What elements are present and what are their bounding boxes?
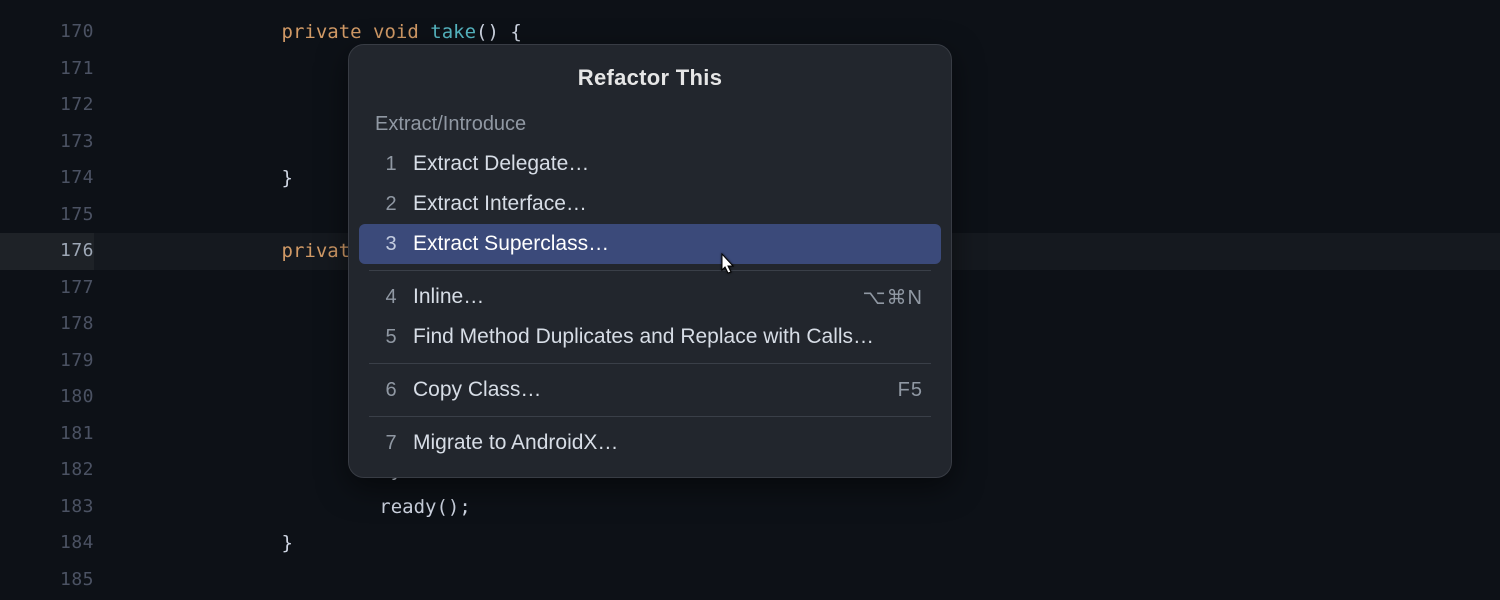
menu-item-migrate-to-androidx[interactable]: 7 Migrate to AndroidX…	[359, 423, 941, 463]
line-number: 177	[0, 270, 94, 307]
line-number: 180	[0, 379, 94, 416]
line-number: 173	[0, 124, 94, 161]
code-line[interactable]: }	[128, 525, 1500, 562]
line-number: 181	[0, 416, 94, 453]
refactor-popup: Refactor This Extract/Introduce 1 Extract…	[348, 44, 952, 478]
menu-item-extract-superclass[interactable]: 3 Extract Superclass…	[359, 224, 941, 264]
menu-item-label: Extract Interface…	[413, 192, 923, 216]
code-line[interactable]	[128, 562, 1500, 599]
menu-item-label: Extract Superclass…	[413, 232, 923, 256]
menu-item-find-method-duplicates-and-replace-with-calls[interactable]: 5 Find Method Duplicates and Replace with…	[359, 317, 941, 357]
line-number-gutter: 1701711721731741751761771781791801811821…	[0, 14, 128, 600]
line-number: 172	[0, 87, 94, 124]
menu-item-shortcut: ⌥⌘N	[863, 285, 924, 310]
menu-separator	[369, 270, 931, 271]
line-number: 170	[0, 14, 94, 51]
menu-item-extract-interface[interactable]: 2 Extract Interface…	[359, 184, 941, 224]
popup-title: Refactor This	[359, 65, 941, 91]
menu-item-inline[interactable]: 4 Inline…⌥⌘N	[359, 277, 941, 317]
menu-item-number: 4	[377, 286, 405, 309]
menu-item-label: Find Method Duplicates and Replace with …	[413, 325, 923, 349]
menu-item-extract-delegate[interactable]: 1 Extract Delegate…	[359, 144, 941, 184]
menu-item-label: Migrate to AndroidX…	[413, 431, 923, 455]
line-number: 176	[0, 233, 94, 270]
menu-item-number: 3	[377, 233, 405, 256]
menu-separator	[369, 416, 931, 417]
menu-item-label: Copy Class…	[413, 378, 898, 402]
line-number: 178	[0, 306, 94, 343]
line-number: 185	[0, 562, 94, 599]
menu-item-number: 7	[377, 432, 405, 455]
menu-item-label: Extract Delegate…	[413, 152, 923, 176]
menu-item-label: Inline…	[413, 285, 863, 309]
line-number: 175	[0, 197, 94, 234]
line-number: 179	[0, 343, 94, 380]
menu-item-copy-class[interactable]: 6 Copy Class…F5	[359, 370, 941, 410]
menu-item-number: 5	[377, 326, 405, 349]
menu-item-number: 6	[377, 379, 405, 402]
menu-item-shortcut: F5	[898, 379, 923, 402]
code-line[interactable]: ready();	[128, 489, 1500, 526]
line-number: 183	[0, 489, 94, 526]
line-number: 174	[0, 160, 94, 197]
line-number: 171	[0, 51, 94, 88]
menu-separator	[369, 363, 931, 364]
menu-item-number: 2	[377, 193, 405, 216]
menu-item-number: 1	[377, 153, 405, 176]
popup-section-header: Extract/Introduce	[359, 109, 941, 144]
line-number: 184	[0, 525, 94, 562]
line-number: 182	[0, 452, 94, 489]
